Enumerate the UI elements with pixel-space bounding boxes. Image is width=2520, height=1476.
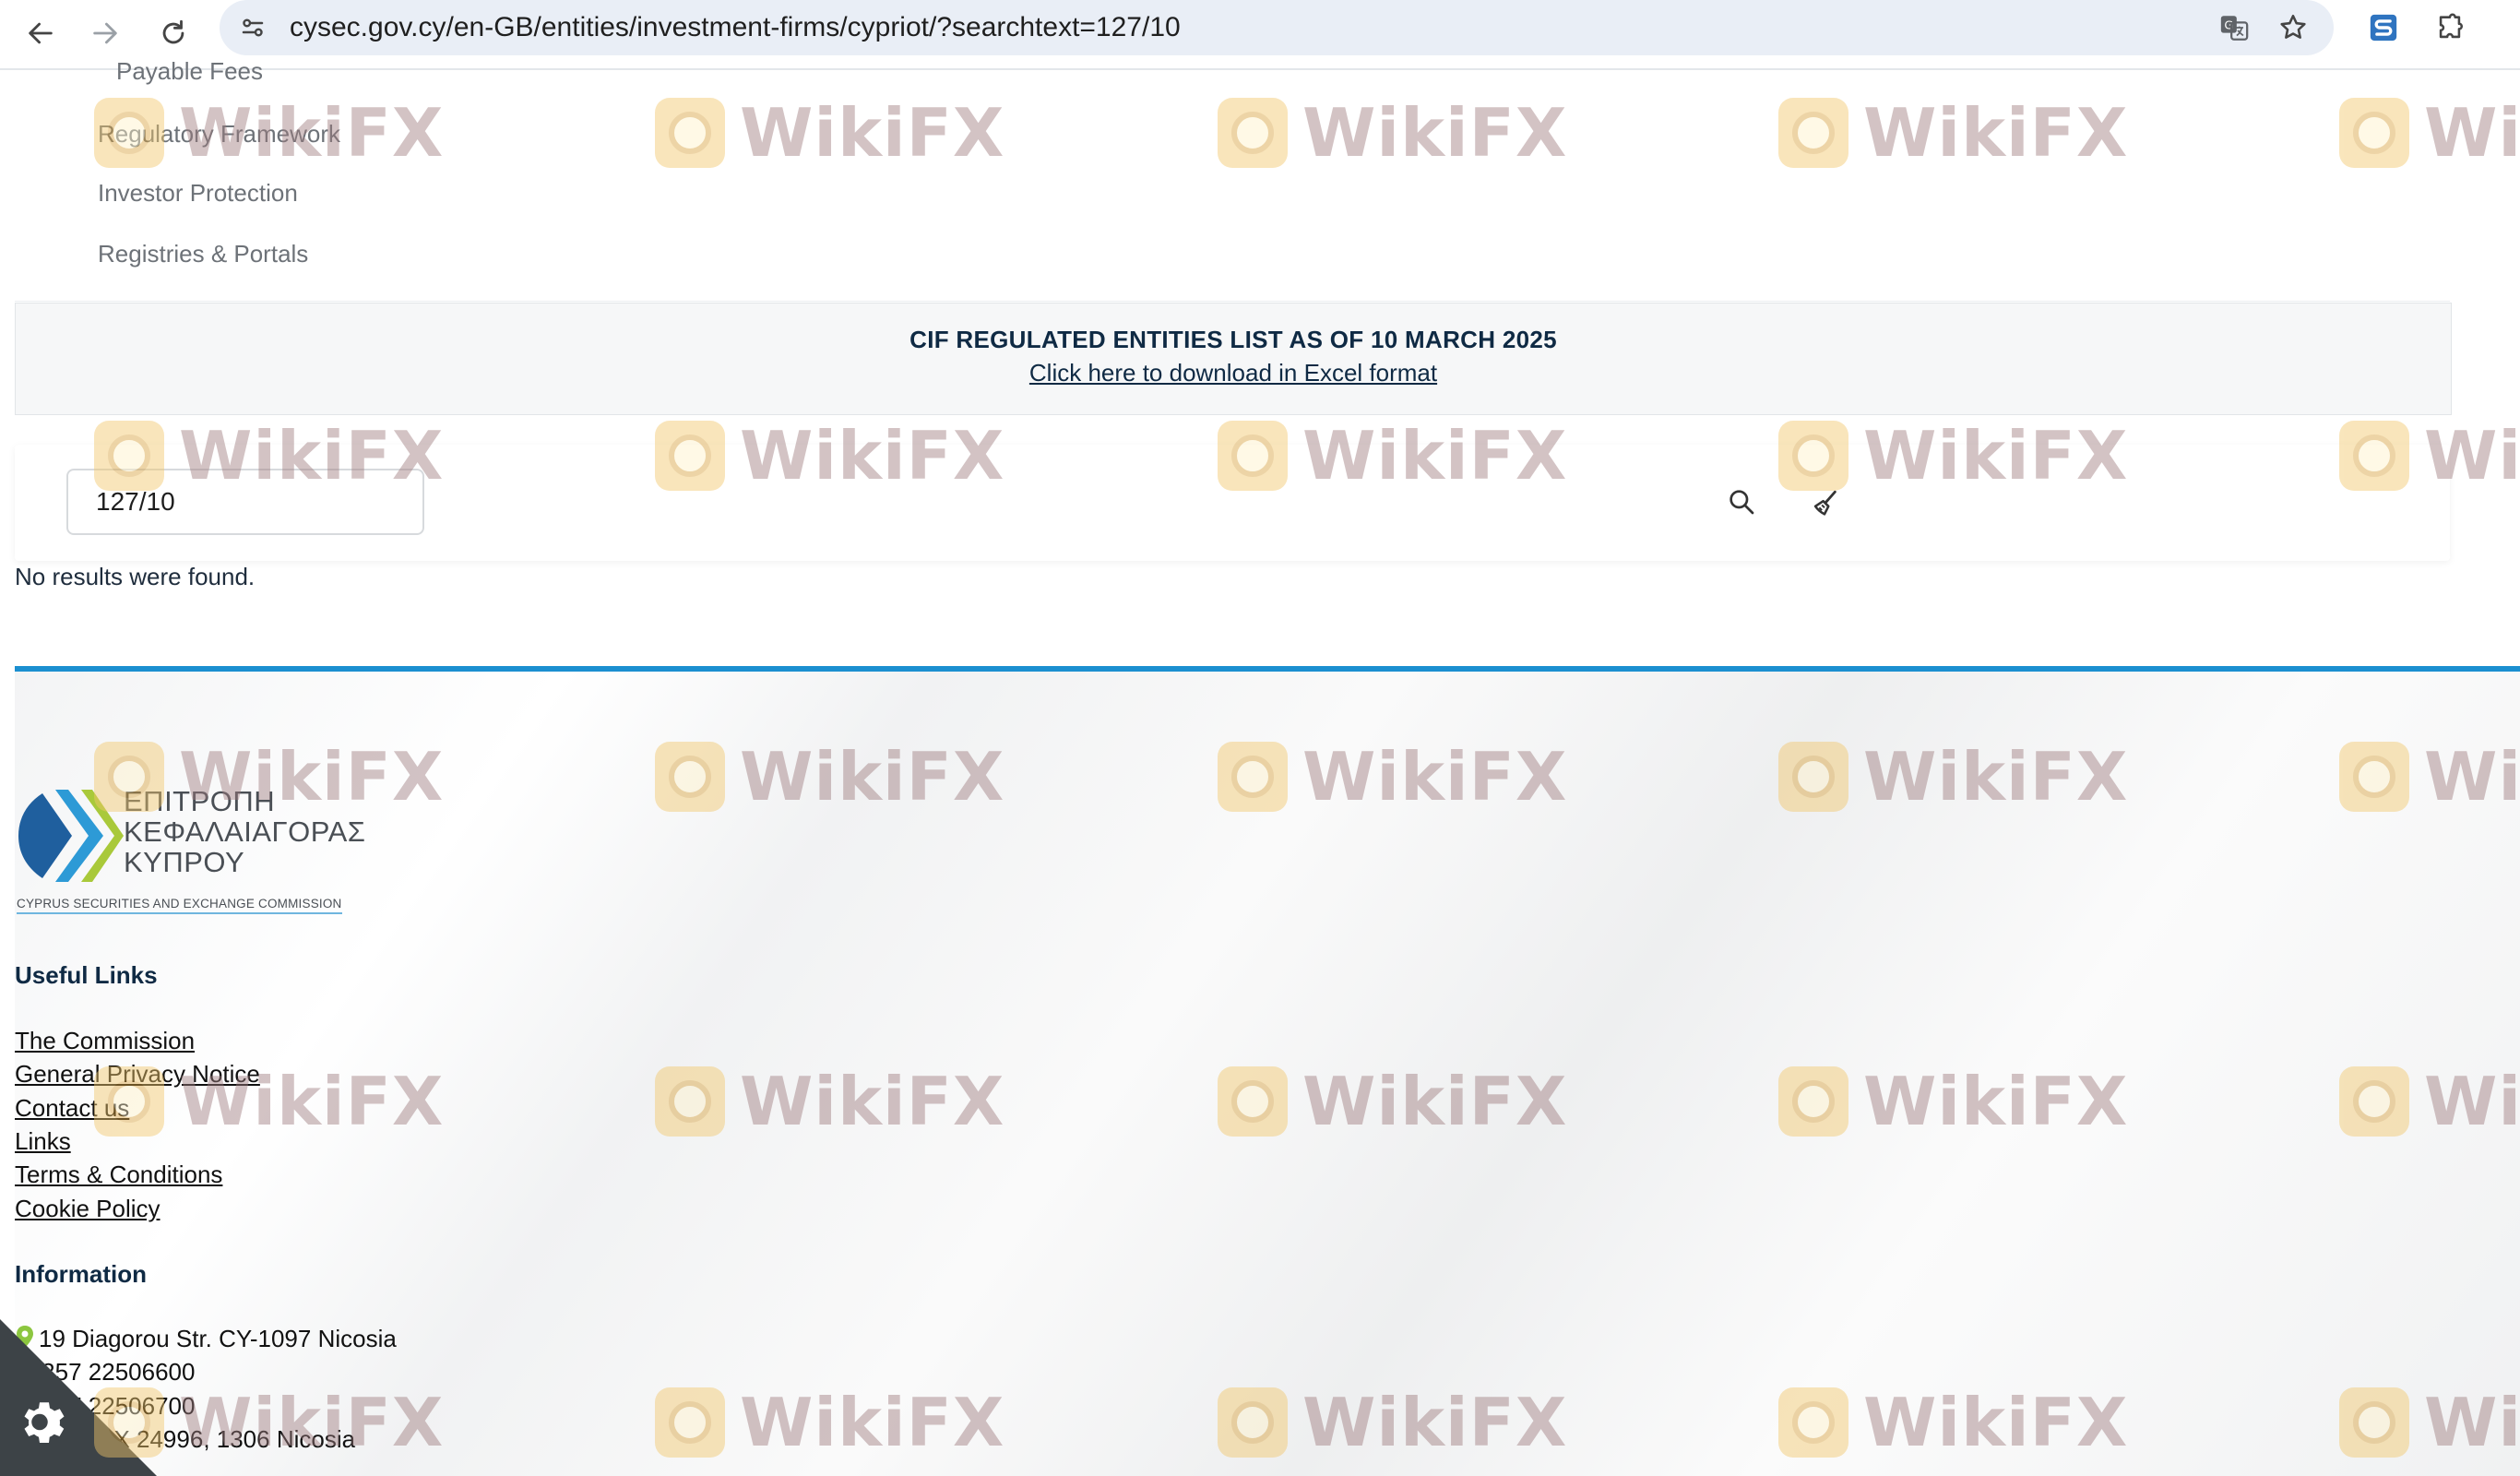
menu-item-payable-fees[interactable]: Payable Fees	[116, 57, 263, 86]
no-results-message: No results were found.	[15, 563, 256, 590]
logo-greek-line: ΚΥΠΡΟΥ	[124, 846, 245, 878]
search-panel	[15, 445, 2450, 561]
reload-button[interactable]	[148, 7, 199, 59]
cysec-logo[interactable]: ΕΠΙΤΡΟΠΗ ΚΕΦΑΛΑΙΑΓΟΡΑΣ ΚΥΠΡΟΥ CYPRUS SEC…	[15, 786, 365, 915]
footer-link-cookie-policy[interactable]: Cookie Policy	[15, 1195, 160, 1223]
footer-link-terms-conditions[interactable]: Terms & Conditions	[15, 1161, 222, 1189]
address-bar[interactable]: cysec.gov.cy/en-GB/entities/investment-f…	[220, 0, 2334, 55]
extensions-puzzle-icon[interactable]	[2430, 7, 2470, 48]
footer-link-contact-us[interactable]: Contact us	[15, 1094, 129, 1123]
broom-icon	[1813, 490, 1837, 516]
excel-download-link[interactable]: Click here to download in Excel format	[1029, 359, 1437, 387]
navigation-menu: Payable Fees Regulatory Framework Invest…	[15, 57, 2450, 302]
footer-link-links[interactable]: Links	[15, 1127, 71, 1156]
gear-icon[interactable]	[17, 1395, 72, 1450]
menu-item-registries-portals[interactable]: Registries & Portals	[98, 240, 308, 268]
logo-greek-line: ΚΕΦΑΛΑΙΑΓΟΡΑΣ	[124, 815, 366, 848]
search-button[interactable]	[1723, 483, 1760, 520]
forward-arrow-icon	[93, 22, 117, 44]
cysec-logo-mark-icon	[18, 790, 124, 882]
footer-link-general-privacy-notice[interactable]: General Privacy Notice	[15, 1060, 260, 1089]
menu-item-regulatory-framework[interactable]: Regulatory Framework	[98, 120, 340, 149]
menu-item-investor-protection[interactable]: Investor Protection	[98, 179, 298, 208]
logo-english-text: CYPRUS SECURITIES AND EXCHANGE COMMISSIO…	[17, 897, 342, 914]
notice-link-wrapper: Click here to download in Excel format	[16, 359, 2451, 387]
browser-toolbar: cysec.gov.cy/en-GB/entities/investment-f…	[0, 0, 2520, 68]
site-footer	[15, 672, 2520, 1476]
back-arrow-icon	[29, 22, 53, 44]
entities-list-notice: CIF REGULATED ENTITIES LIST AS OF 10 MAR…	[15, 303, 2452, 415]
search-icon	[1730, 490, 1754, 515]
logo-greek-text: ΕΠΙΤΡΟΠΗ ΚΕΦΑΛΑΙΑΓΟΡΑΣ ΚΥΠΡΟΥ	[124, 786, 365, 877]
url-text[interactable]: cysec.gov.cy/en-GB/entities/investment-f…	[290, 9, 1181, 46]
notice-title: CIF REGULATED ENTITIES LIST AS OF 10 MAR…	[909, 326, 1557, 353]
footer-address: 19 Diagorou Str. CY-1097 Nicosia	[39, 1325, 397, 1352]
back-button[interactable]	[15, 7, 66, 59]
forward-button[interactable]	[79, 7, 131, 59]
site-info-icon[interactable]	[234, 9, 271, 46]
extension-s-icon[interactable]	[2363, 7, 2404, 48]
useful-links-heading: Useful Links	[15, 961, 158, 989]
reload-icon	[162, 19, 184, 44]
translate-icon[interactable]: G	[2214, 7, 2254, 48]
bookmark-star-icon[interactable]	[2273, 7, 2313, 48]
clear-search-button[interactable]	[1804, 483, 1845, 524]
information-heading: Information	[15, 1260, 147, 1288]
logo-greek-line: ΕΠΙΤΡΟΠΗ	[124, 785, 276, 817]
search-input[interactable]	[66, 469, 424, 535]
footer-link-the-commission[interactable]: The Commission	[15, 1027, 195, 1055]
